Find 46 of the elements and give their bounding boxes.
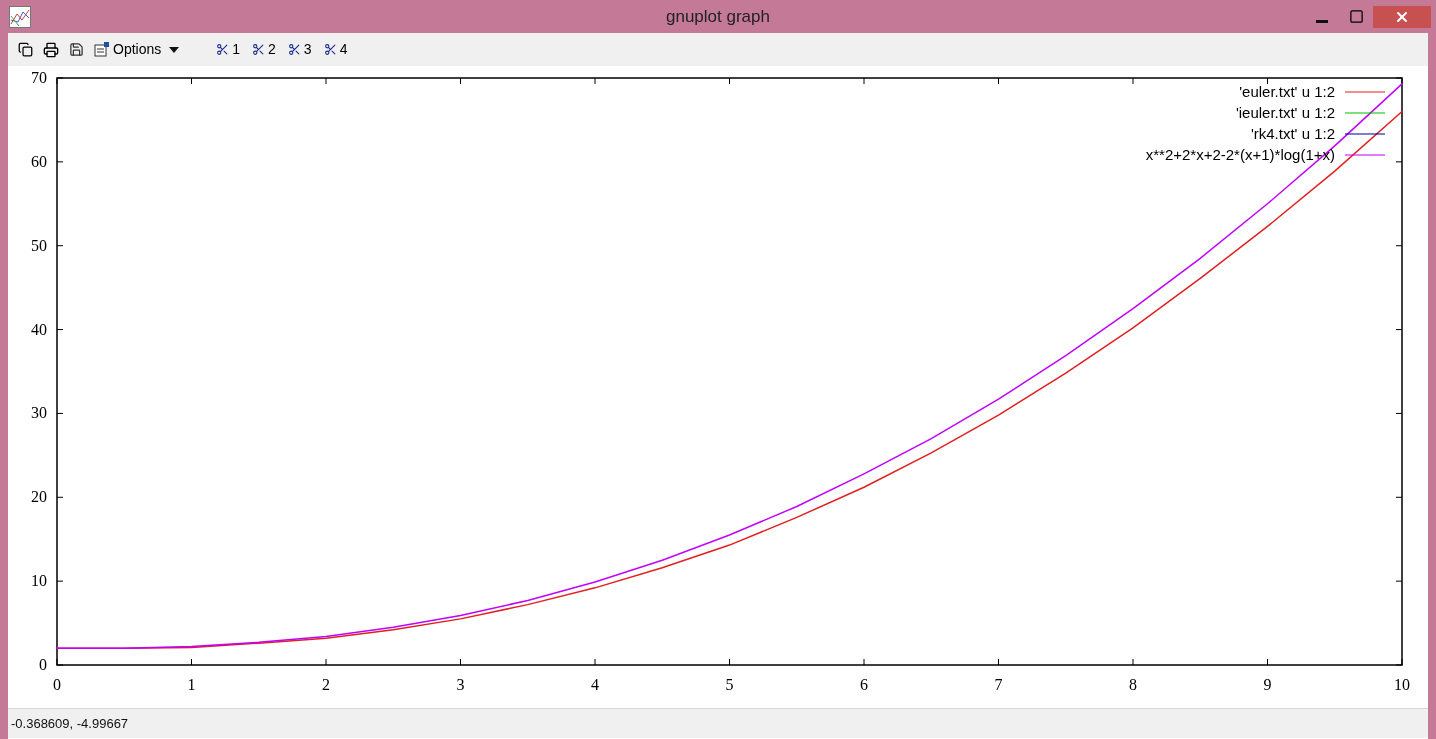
status-bar-text: -0.368609, -4.99667	[11, 714, 129, 733]
scissors-icon	[287, 43, 301, 56]
y-tick-label: 60	[31, 152, 47, 170]
scissors-icon	[216, 43, 230, 56]
properties-icon	[94, 42, 110, 57]
y-tick-label: 70	[31, 69, 47, 86]
y-tick-label: 0	[39, 656, 47, 673]
window-title: gnuplot graph	[666, 5, 770, 28]
minimize-icon	[1316, 20, 1328, 23]
legend-line	[1344, 154, 1386, 156]
maximize-icon	[1348, 9, 1364, 24]
x-tick-label: 2	[322, 676, 330, 693]
save-icon[interactable]	[69, 42, 84, 57]
caret-icon	[168, 45, 181, 54]
legend-label: 'euler.txt' u 1:2	[1239, 83, 1335, 100]
plot-toggle-button[interactable]: 3	[287, 39, 312, 60]
legend-label: 'rk4.txt' u 1:2	[1250, 125, 1335, 142]
x-tick-label: 0	[53, 676, 61, 693]
legend-line	[1344, 91, 1386, 93]
x-tick-label: 6	[860, 676, 868, 693]
y-tick-label: 30	[31, 404, 47, 422]
y-tick-label: 50	[31, 236, 47, 254]
y-tick-label: 20	[31, 488, 47, 506]
scissors-icon	[323, 43, 337, 56]
x-tick-label: 9	[1263, 676, 1272, 693]
print-icon[interactable]	[43, 41, 59, 58]
x-tick-label: 5	[725, 676, 734, 693]
x-tick-label: 7	[994, 676, 1003, 693]
y-tick-label: 10	[31, 572, 47, 590]
x-tick-label: 4	[591, 676, 599, 693]
legend-line	[1344, 112, 1386, 114]
plot-toggle-button[interactable]: 2	[252, 39, 276, 60]
options-menu-button[interactable]: Options	[94, 39, 181, 60]
y-tick-label: 40	[31, 320, 47, 338]
legend-line	[1344, 133, 1386, 135]
x-tick-label: 8	[1129, 676, 1137, 693]
legend-label: 'ieuler.txt' u 1:2	[1235, 104, 1335, 121]
scissors-icon	[252, 43, 266, 56]
x-tick-label: 10	[1394, 676, 1410, 693]
chart-app-icon	[9, 5, 31, 28]
plot-toggle-button[interactable]: 4	[323, 39, 348, 60]
close-button[interactable]	[1373, 5, 1431, 28]
plot-toggle-button[interactable]: 1	[216, 39, 241, 60]
x-tick-label: 3	[456, 676, 465, 693]
copy-icon[interactable]	[18, 42, 33, 57]
x-tick-label: 1	[187, 676, 196, 693]
